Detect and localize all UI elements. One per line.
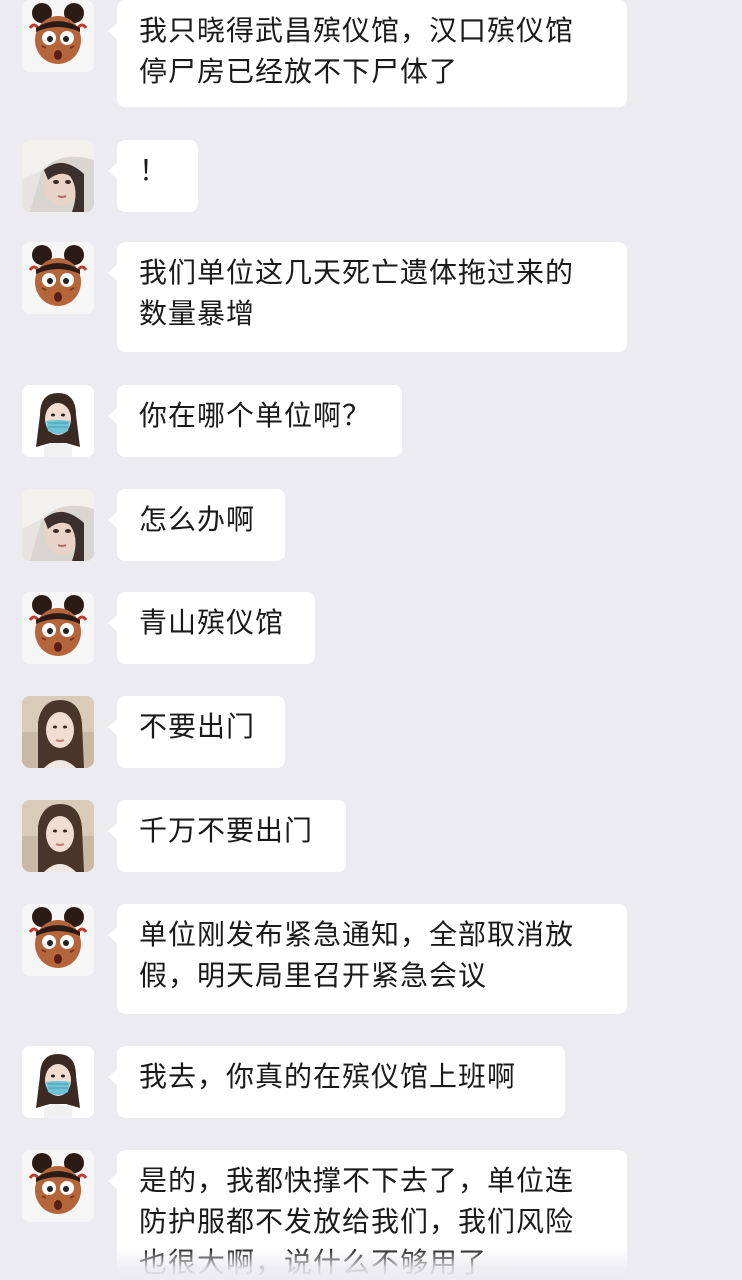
girl-photo-avatar-icon (22, 696, 94, 768)
message-bubble[interactable]: ！ (108, 140, 198, 212)
message-bubble[interactable]: 我只晓得武昌殡仪馆，汉口殡仪馆 停尸房已经放不下尸体了 (108, 0, 627, 107)
message-bubble[interactable]: 千万不要出门 (108, 800, 346, 872)
avatar[interactable] (22, 1150, 94, 1222)
girl-blanket-avatar-icon (22, 489, 94, 561)
avatar[interactable] (22, 385, 94, 457)
bottom-fade (0, 1248, 742, 1280)
cartoon-boy-avatar-icon (22, 0, 94, 72)
message-bubble[interactable]: 单位刚发布紧急通知，全部取消放 假，明天局里召开紧急会议 (108, 904, 627, 1014)
cartoon-boy-avatar-icon (22, 904, 94, 976)
cartoon-boy-avatar-icon (22, 242, 94, 314)
message-bubble[interactable]: 青山殡仪馆 (108, 592, 315, 664)
girl-mask-avatar-icon (22, 385, 94, 457)
message-bubble[interactable]: 不要出门 (108, 696, 285, 768)
cartoon-boy-avatar-icon (22, 592, 94, 664)
avatar[interactable] (22, 1046, 94, 1118)
avatar[interactable] (22, 800, 94, 872)
girl-mask-avatar-icon (22, 1046, 94, 1118)
avatar[interactable] (22, 0, 94, 72)
message-bubble[interactable]: 你在哪个单位啊？ (108, 385, 402, 457)
chat-scroll-area[interactable]: 我只晓得武昌殡仪馆，汉口殡仪馆 停尸房已经放不下尸体了 ！ 我们单位这几天死亡遗… (0, 0, 742, 1280)
avatar[interactable] (22, 592, 94, 664)
girl-blanket-avatar-icon (22, 140, 94, 212)
message-bubble[interactable]: 怎么办啊 (108, 489, 285, 561)
avatar[interactable] (22, 904, 94, 976)
avatar[interactable] (22, 140, 94, 212)
girl-photo-avatar-icon (22, 800, 94, 872)
message-bubble[interactable]: 我去，你真的在殡仪馆上班啊 (108, 1046, 565, 1118)
cartoon-boy-avatar-icon (22, 1150, 94, 1222)
avatar[interactable] (22, 489, 94, 561)
message-bubble[interactable]: 我们单位这几天死亡遗体拖过来的 数量暴增 (108, 242, 627, 352)
avatar[interactable] (22, 696, 94, 768)
avatar[interactable] (22, 242, 94, 314)
